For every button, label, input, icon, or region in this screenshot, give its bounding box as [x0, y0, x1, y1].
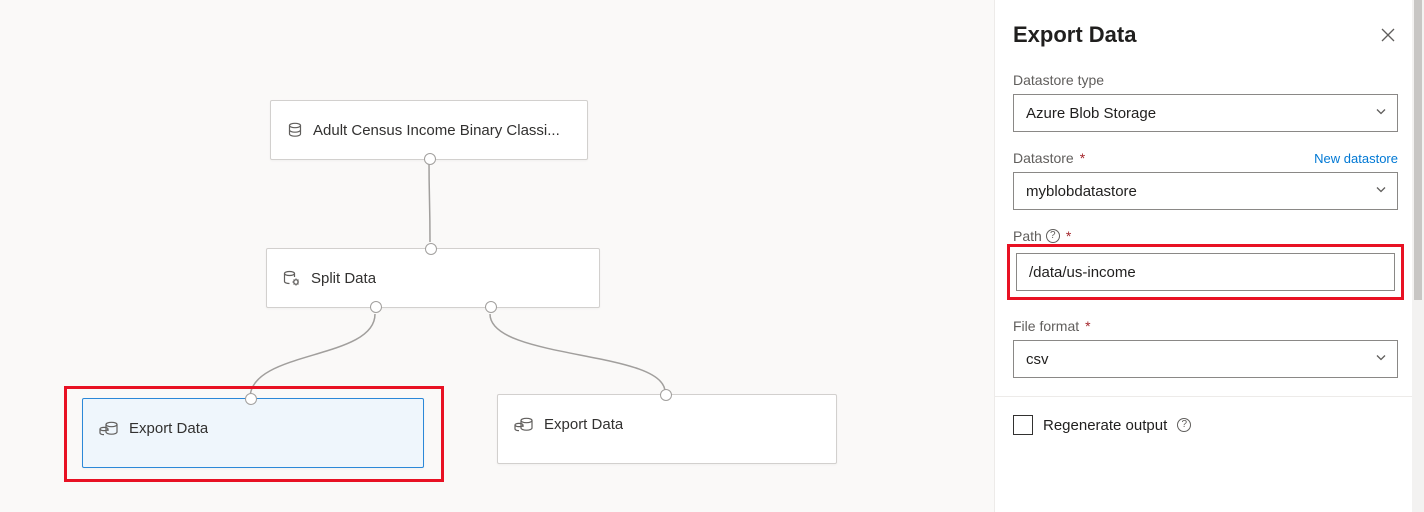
node-export-data-left[interactable]: Export Data: [82, 398, 424, 468]
datastore-value: myblobdatastore: [1026, 183, 1137, 200]
new-datastore-link[interactable]: New datastore: [1314, 151, 1398, 166]
datastore-label: Datastore*: [1013, 150, 1085, 166]
scroll-thumb[interactable]: [1414, 0, 1422, 300]
node-export-data-right[interactable]: Export Data: [497, 394, 837, 464]
file-format-value: csv: [1026, 351, 1049, 368]
close-button[interactable]: [1378, 25, 1398, 45]
output-port[interactable]: [424, 153, 436, 165]
datastore-type-label: Datastore type: [1013, 72, 1398, 88]
input-port[interactable]: [660, 389, 672, 401]
export-database-icon: [99, 420, 119, 436]
output-port-2[interactable]: [485, 301, 497, 313]
divider: [995, 396, 1424, 397]
datastore-type-value: Azure Blob Storage: [1026, 105, 1156, 122]
chevron-down-icon: [1375, 183, 1387, 200]
panel-title: Export Data: [1013, 22, 1136, 48]
node-export-label: Export Data: [129, 420, 208, 437]
info-icon[interactable]: ?: [1177, 418, 1191, 432]
pipeline-canvas[interactable]: Adult Census Income Binary Classi... Spl…: [0, 0, 994, 512]
database-gear-icon: [283, 270, 301, 286]
output-port-1[interactable]: [370, 301, 382, 313]
node-dataset[interactable]: Adult Census Income Binary Classi...: [270, 100, 588, 160]
export-database-icon: [514, 416, 534, 432]
scrollbar[interactable]: [1412, 0, 1424, 512]
file-format-label: File format*: [1013, 318, 1398, 334]
regenerate-output-label: Regenerate output: [1043, 417, 1167, 434]
info-icon[interactable]: ?: [1046, 229, 1060, 243]
path-label: Path ? *: [1013, 228, 1398, 244]
path-highlight: [1007, 244, 1404, 300]
node-split-label: Split Data: [311, 270, 376, 287]
chevron-down-icon: [1375, 105, 1387, 122]
input-port[interactable]: [245, 393, 257, 405]
file-format-select[interactable]: csv: [1013, 340, 1398, 378]
database-icon: [287, 122, 303, 138]
node-split-data[interactable]: Split Data: [266, 248, 600, 308]
datastore-select[interactable]: myblobdatastore: [1013, 172, 1398, 210]
input-port[interactable]: [425, 243, 437, 255]
node-dataset-label: Adult Census Income Binary Classi...: [313, 122, 560, 139]
path-input[interactable]: [1016, 253, 1395, 291]
regenerate-output-checkbox[interactable]: [1013, 415, 1033, 435]
node-export-label: Export Data: [544, 416, 623, 433]
properties-panel: Export Data Datastore type Azure Blob St…: [994, 0, 1424, 512]
chevron-down-icon: [1375, 351, 1387, 368]
datastore-type-select[interactable]: Azure Blob Storage: [1013, 94, 1398, 132]
